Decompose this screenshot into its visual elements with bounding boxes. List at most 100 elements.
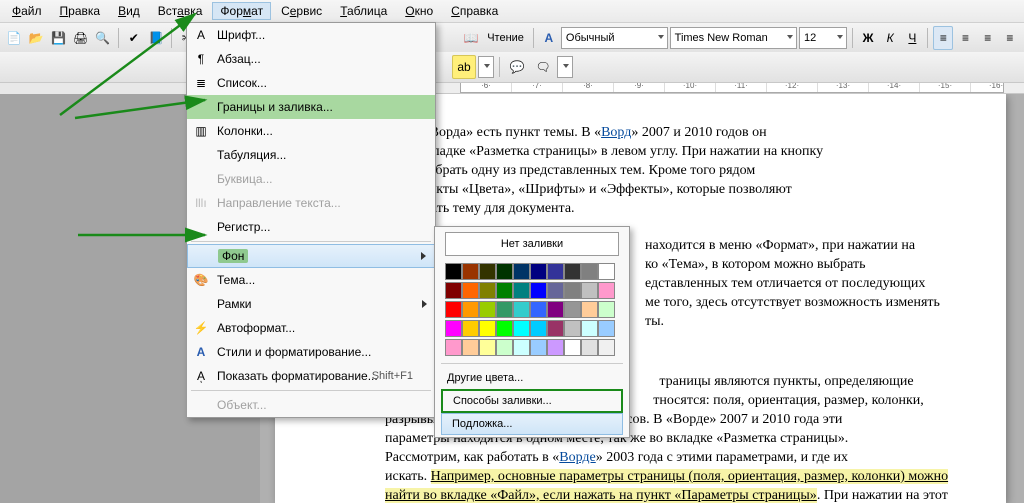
menu-frames-item[interactable]: Рамки bbox=[187, 292, 435, 316]
color-swatch[interactable] bbox=[598, 263, 615, 280]
menu-service[interactable]: Сервис bbox=[273, 2, 330, 20]
menu-view[interactable]: Вид bbox=[110, 2, 148, 20]
style-combo[interactable]: Обычный bbox=[561, 27, 668, 49]
color-swatch[interactable] bbox=[564, 263, 581, 280]
menu-file[interactable]: ФФайлайл bbox=[4, 2, 50, 20]
color-swatch[interactable] bbox=[530, 282, 547, 299]
color-swatch[interactable] bbox=[513, 263, 530, 280]
color-swatch[interactable] bbox=[445, 339, 462, 356]
preview-button[interactable]: 🔍 bbox=[93, 26, 113, 50]
color-swatch[interactable] bbox=[513, 339, 530, 356]
color-swatch[interactable] bbox=[496, 301, 513, 318]
menu-reveal-item[interactable]: AͅПоказать форматирование...Shift+F1 bbox=[187, 364, 435, 388]
color-swatch[interactable] bbox=[479, 301, 496, 318]
color-swatch[interactable] bbox=[462, 282, 479, 299]
menu-tabs-item[interactable]: Табуляция... bbox=[187, 143, 435, 167]
color-swatch[interactable] bbox=[598, 339, 615, 356]
menu-register-item[interactable]: Регистр... bbox=[187, 215, 435, 239]
align-right-button[interactable]: ≡ bbox=[978, 26, 998, 50]
highlight-dropdown[interactable] bbox=[478, 56, 494, 78]
color-swatch[interactable] bbox=[462, 339, 479, 356]
color-swatch[interactable] bbox=[581, 320, 598, 337]
menu-edit[interactable]: Правка bbox=[52, 2, 109, 20]
menu-window[interactable]: Окно bbox=[397, 2, 441, 20]
watermark-item[interactable]: Подложка... bbox=[441, 413, 623, 435]
color-swatch[interactable] bbox=[564, 282, 581, 299]
spell-button[interactable]: ✔ bbox=[124, 26, 144, 50]
menu-help[interactable]: Справка bbox=[443, 2, 506, 20]
save-button[interactable]: 💾 bbox=[48, 26, 68, 50]
menu-object-item[interactable]: Объект... bbox=[187, 393, 435, 417]
link-word1[interactable]: Ворд bbox=[601, 125, 631, 140]
link-word2[interactable]: Ворде bbox=[559, 450, 596, 465]
balloon-button[interactable]: 🗨 bbox=[531, 55, 555, 79]
color-swatch[interactable] bbox=[445, 282, 462, 299]
color-swatch[interactable] bbox=[462, 263, 479, 280]
comment-button[interactable]: 💬 bbox=[505, 55, 529, 79]
align-left-button[interactable]: ≡ bbox=[933, 26, 953, 50]
reading-label[interactable]: Чтение bbox=[483, 32, 528, 44]
menu-dropcap-item[interactable]: Буквица... bbox=[187, 167, 435, 191]
menu-format[interactable]: Формат bbox=[212, 2, 271, 20]
underline-button[interactable]: Ч bbox=[902, 26, 922, 50]
menu-textdir-item[interactable]: lllıНаправление текста... bbox=[187, 191, 435, 215]
highlight-button[interactable]: ab bbox=[452, 55, 476, 79]
align-center-button[interactable]: ≡ bbox=[955, 26, 975, 50]
color-swatch[interactable] bbox=[496, 320, 513, 337]
color-swatch[interactable] bbox=[598, 320, 615, 337]
new-doc-button[interactable]: 📄 bbox=[4, 26, 24, 50]
align-justify-button[interactable]: ≡ bbox=[1000, 26, 1020, 50]
color-swatch[interactable] bbox=[564, 339, 581, 356]
color-swatch[interactable] bbox=[513, 301, 530, 318]
menu-paragraph-item[interactable]: ¶Абзац... bbox=[187, 47, 435, 71]
menu-columns-item[interactable]: ▥Колонки... bbox=[187, 119, 435, 143]
menu-styles-item[interactable]: AСтили и форматирование... bbox=[187, 340, 435, 364]
color-swatch[interactable] bbox=[581, 263, 598, 280]
color-swatch[interactable] bbox=[445, 263, 462, 280]
italic-button[interactable]: К bbox=[880, 26, 900, 50]
color-swatch[interactable] bbox=[496, 263, 513, 280]
open-button[interactable]: 📂 bbox=[26, 26, 46, 50]
more-colors-item[interactable]: Другие цвета... bbox=[437, 367, 627, 389]
color-swatch[interactable] bbox=[445, 301, 462, 318]
color-swatch[interactable] bbox=[530, 339, 547, 356]
color-swatch[interactable] bbox=[496, 282, 513, 299]
color-swatch[interactable] bbox=[462, 320, 479, 337]
font-combo[interactable]: Times New Roman bbox=[670, 27, 797, 49]
color-swatch[interactable] bbox=[547, 282, 564, 299]
reading-icon[interactable]: 📖 bbox=[461, 26, 481, 50]
bold-button[interactable]: Ж bbox=[858, 26, 878, 50]
color-swatch[interactable] bbox=[598, 301, 615, 318]
color-swatch[interactable] bbox=[479, 263, 496, 280]
color-swatch[interactable] bbox=[564, 320, 581, 337]
menu-background-item[interactable]: Фон bbox=[187, 244, 435, 268]
color-swatch[interactable] bbox=[462, 301, 479, 318]
color-swatch[interactable] bbox=[581, 301, 598, 318]
no-fill-button[interactable]: Нет заливки bbox=[445, 232, 619, 256]
color-swatch[interactable] bbox=[581, 339, 598, 356]
color-swatch[interactable] bbox=[547, 320, 564, 337]
menu-font-item[interactable]: AШрифт... bbox=[187, 23, 435, 47]
color-swatch[interactable] bbox=[547, 301, 564, 318]
color-swatch[interactable] bbox=[547, 263, 564, 280]
color-swatch[interactable] bbox=[530, 301, 547, 318]
menu-theme-item[interactable]: 🎨Тема... bbox=[187, 268, 435, 292]
size-combo[interactable]: 12 bbox=[799, 27, 847, 49]
style-icon[interactable]: A bbox=[539, 26, 559, 50]
menu-insert[interactable]: Вставка bbox=[150, 2, 211, 20]
color-swatch[interactable] bbox=[530, 320, 547, 337]
research-button[interactable]: 📘 bbox=[146, 26, 166, 50]
fill-methods-item[interactable]: Способы заливки... bbox=[441, 389, 623, 413]
color-swatch[interactable] bbox=[598, 282, 615, 299]
color-swatch[interactable] bbox=[530, 263, 547, 280]
color-swatch[interactable] bbox=[445, 320, 462, 337]
color-swatch[interactable] bbox=[479, 282, 496, 299]
print-button[interactable]: 🖨 bbox=[71, 26, 91, 50]
color-swatch[interactable] bbox=[564, 301, 581, 318]
color-swatch[interactable] bbox=[581, 282, 598, 299]
color-swatch[interactable] bbox=[496, 339, 513, 356]
menu-borders-item[interactable]: Границы и заливка... bbox=[187, 95, 435, 119]
color-swatch[interactable] bbox=[479, 339, 496, 356]
color-swatch[interactable] bbox=[513, 282, 530, 299]
menu-autoformat-item[interactable]: ⚡Автоформат... bbox=[187, 316, 435, 340]
